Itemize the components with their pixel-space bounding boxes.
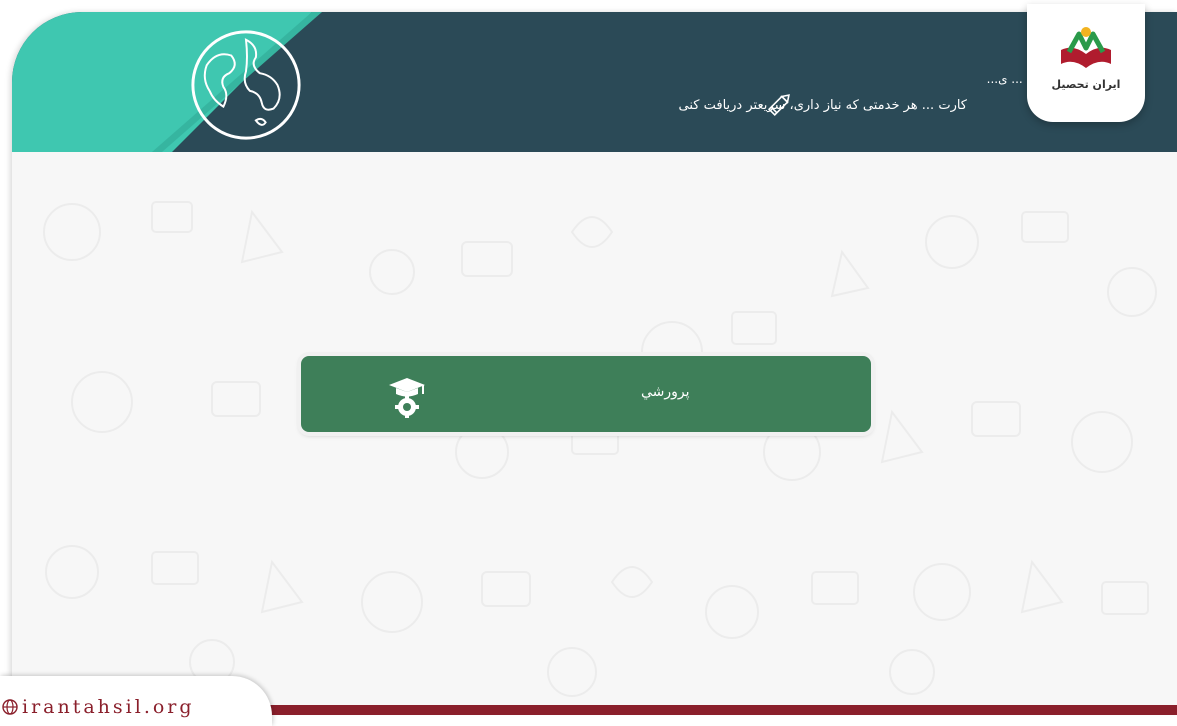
app-frame: صفحه ... ی... کارت ... هر خدمتی که نیاز …: [12, 12, 1177, 712]
doodle-background: [43, 201, 1157, 697]
globe-icon: [191, 30, 301, 140]
parvareshi-button[interactable]: پرورشي: [301, 356, 871, 432]
footer-stripe: [260, 705, 1177, 715]
website-url: irantahsil.org: [22, 696, 195, 718]
logo-text: ایران تحصیل: [1051, 78, 1121, 91]
web-globe-icon: [2, 699, 18, 715]
header-banner: صفحه ... ی... کارت ... هر خدمتی که نیاز …: [12, 12, 1177, 152]
pencil-icon: [767, 94, 790, 117]
content-area: پرورشي: [12, 152, 1177, 712]
graduation-gear-icon: [389, 378, 425, 418]
button-label: پرورشي: [641, 384, 690, 400]
brand-logo[interactable]: ایران تحصیل: [1027, 4, 1145, 122]
header-line-2: کارت ... هر خدمتی که نیاز داری، سریعتر د…: [678, 98, 967, 113]
website-tag: irantahsil.org: [0, 676, 272, 726]
logo-book-icon: [1061, 27, 1111, 68]
